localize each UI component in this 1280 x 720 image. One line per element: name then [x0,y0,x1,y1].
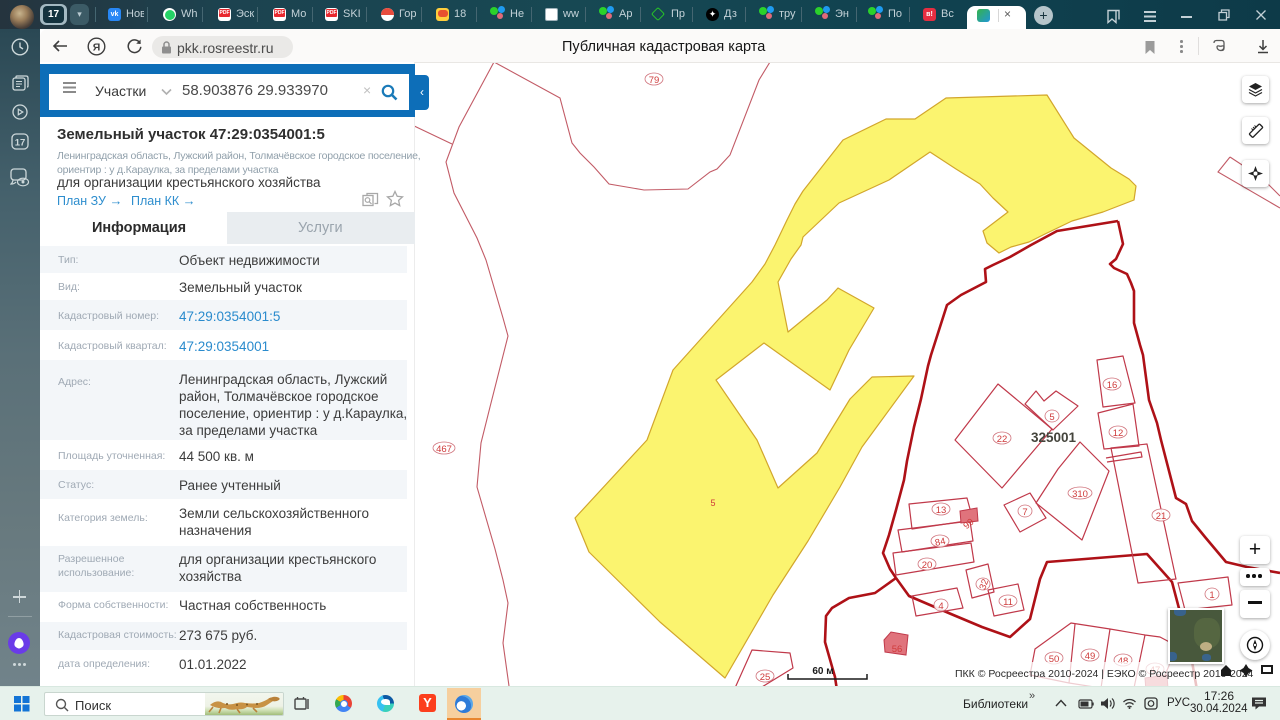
svg-text:Я: Я [93,41,101,53]
svg-text:13: 13 [936,505,947,516]
svg-text:22: 22 [997,434,1008,445]
svg-text:325001: 325001 [1031,430,1077,445]
svg-text:60 м: 60 м [812,666,833,677]
svg-text:79: 79 [649,75,660,86]
svg-text:ПКК © Росреестра 2010-2024 | Е: ПКК © Росреестра 2010-2024 | ЕЭКО © Роср… [955,668,1254,680]
svg-text:25: 25 [760,672,771,683]
svg-text:17: 17 [15,137,26,148]
svg-text:310: 310 [1072,489,1088,500]
svg-text:11: 11 [1003,597,1013,608]
svg-text:49: 49 [1085,651,1096,662]
svg-text:7: 7 [1022,507,1027,518]
svg-text:84: 84 [934,536,947,549]
svg-text:20: 20 [922,560,933,571]
svg-text:56: 56 [892,644,903,655]
svg-text:5: 5 [710,498,715,508]
svg-text:5: 5 [1049,412,1054,423]
svg-text:12: 12 [1113,428,1124,439]
svg-text:21: 21 [1156,511,1167,522]
svg-text:1: 1 [1209,590,1214,601]
svg-text:467: 467 [436,444,452,455]
svg-text:16: 16 [1107,380,1118,391]
svg-text:4: 4 [938,601,943,612]
